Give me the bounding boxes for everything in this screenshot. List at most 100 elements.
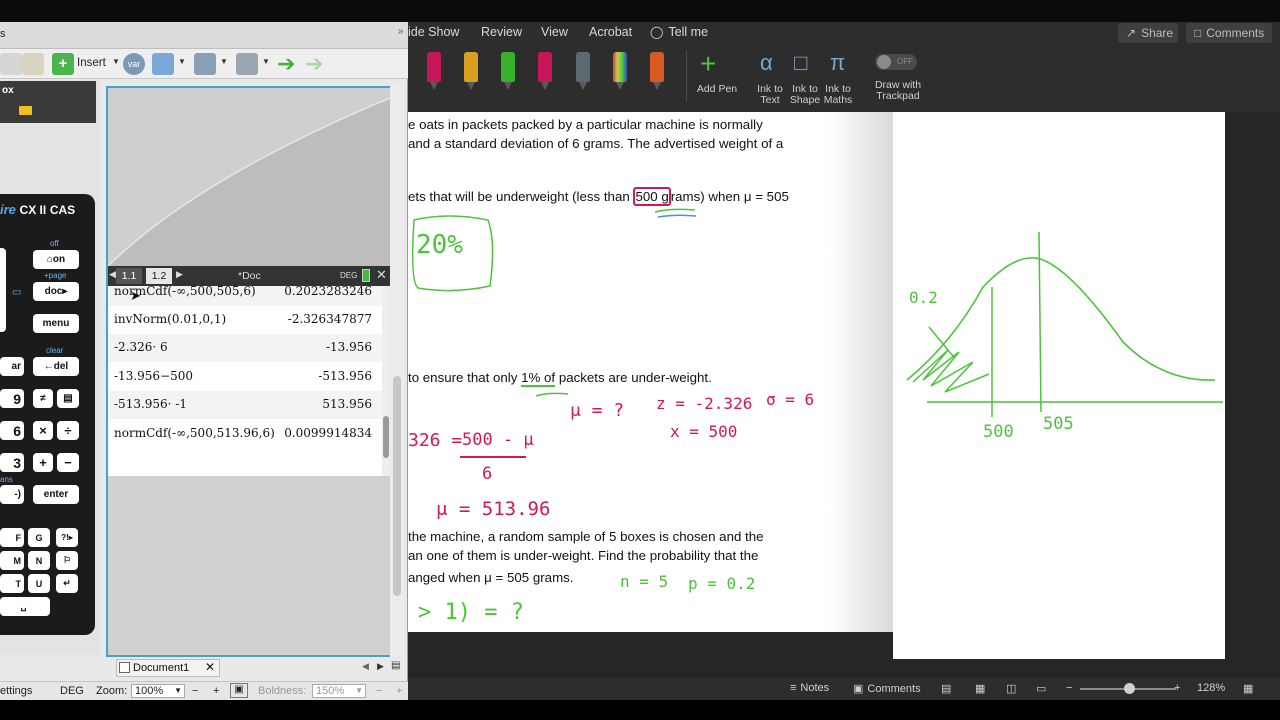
boldness-decrease[interactable]: − (376, 685, 382, 697)
slide-sorter-icon[interactable]: ▦ (975, 682, 985, 695)
chevron-down-icon[interactable]: ▼ (112, 57, 120, 66)
add-key[interactable]: + (33, 453, 53, 472)
catalog-key[interactable]: ▤ (57, 389, 79, 408)
page-tab-1-1[interactable]: 1.1 (116, 268, 142, 284)
normal-view-icon[interactable]: ▤ (941, 682, 951, 695)
share-button[interactable]: ↗ Share (1118, 23, 1178, 43)
prev-page-icon[interactable]: ◀ (109, 269, 116, 280)
del-key[interactable]: ← del (33, 357, 79, 376)
key-U[interactable]: U (28, 574, 50, 593)
tab-tell-me[interactable]: ◯ Tell me (650, 25, 708, 39)
status-comments-button[interactable]: ▣ Comments (853, 682, 921, 696)
fit-icon[interactable]: ▣ (230, 683, 248, 698)
pen-tool-2[interactable] (464, 52, 478, 92)
key-3[interactable]: 3 (0, 453, 24, 472)
history-scroll-thumb[interactable] (383, 416, 389, 458)
template-key[interactable]: ≠ (33, 389, 53, 408)
page-layout-icon[interactable] (152, 53, 174, 75)
key-G[interactable]: G (28, 528, 50, 547)
scratchpad-icon[interactable]: ▭ (12, 287, 21, 298)
negative-key[interactable]: -) (0, 485, 24, 504)
clipboard-icon[interactable] (0, 53, 22, 75)
calc-row[interactable]: invNorm(0.01,0,1) -2.326347877 (108, 306, 382, 334)
ink-to-shape-icon[interactable]: □ (794, 50, 807, 76)
boldness-increase[interactable]: + (396, 685, 402, 697)
key-F[interactable]: F (0, 528, 24, 547)
graph-page[interactable] (108, 88, 390, 266)
calc-row[interactable]: normCdf(-∞,500,513.96,6) 0.0099914834 (108, 420, 382, 448)
insert-menu-label[interactable]: Insert (77, 57, 106, 69)
zoom-slider-knob[interactable] (1124, 683, 1135, 694)
chevron-down-icon[interactable]: ▼ (220, 57, 228, 66)
insert-plus-icon[interactable]: + (52, 53, 74, 75)
comments-button[interactable]: □ Comments (1186, 23, 1272, 43)
notes-button[interactable]: ≡ Notes (790, 682, 829, 694)
forward-arrow-icon[interactable]: ➔ (305, 53, 327, 75)
close-icon[interactable]: ✕ (376, 267, 387, 283)
key-9[interactable]: 9 (0, 389, 24, 408)
zoom-percent[interactable]: 128% (1197, 682, 1225, 694)
pen-tool-4[interactable] (538, 52, 552, 92)
slideshow-view-icon[interactable]: ▭ (1036, 682, 1046, 695)
calc-row[interactable]: normCdf(-∞,500,505,6) 0.2023283246 (108, 286, 382, 306)
history-scrollbar[interactable] (382, 286, 390, 476)
reading-view-icon[interactable]: ◫ (1006, 682, 1016, 695)
calc-row[interactable]: -513.956· -1 513.956 (108, 391, 382, 419)
document-settings-icon[interactable] (236, 53, 258, 75)
screenshot-icon[interactable] (194, 53, 216, 75)
ink-to-text-icon[interactable]: α (760, 50, 773, 76)
key-T[interactable]: T (0, 574, 24, 593)
pen-tool-5[interactable] (576, 52, 590, 92)
add-pen-icon[interactable]: + (700, 48, 716, 80)
key-6[interactable]: 6 (0, 421, 24, 440)
key-M[interactable]: M (0, 551, 24, 570)
tab-list-icon[interactable]: ▤ (391, 660, 400, 671)
fit-to-window-icon[interactable]: ▦ (1243, 682, 1253, 695)
tab-acrobat[interactable]: Acrobat (589, 25, 632, 39)
on-key[interactable]: ⌂ on (33, 250, 79, 269)
sketch-area[interactable]: 0.2 500 505 (893, 112, 1225, 659)
doc-key[interactable]: doc ▸ (33, 282, 79, 301)
zoom-out-icon[interactable]: − (1066, 682, 1072, 694)
pen-tool-6[interactable] (613, 52, 627, 92)
calc-row[interactable]: -2.326· 6 -13.956 (108, 334, 382, 362)
page-tab-1-2[interactable]: 1.2 (146, 268, 172, 284)
pane-scroll-thumb[interactable] (393, 376, 401, 596)
space-key[interactable]: ␣ (0, 597, 50, 616)
menu-key[interactable]: menu (33, 314, 79, 333)
key-return[interactable]: ↵ (56, 574, 78, 593)
draw-with-trackpad-toggle[interactable]: OFF (875, 54, 917, 70)
slide[interactable]: e oats in packets packed by a particular… (408, 112, 893, 632)
tab-next-icon[interactable]: ▶ (377, 661, 384, 672)
folder-icon[interactable] (19, 106, 32, 115)
chevron-down-icon[interactable]: ▼ (178, 57, 186, 66)
subtract-key[interactable]: − (57, 453, 79, 472)
zoom-out-button[interactable]: − (192, 685, 198, 697)
chevron-right-icon[interactable]: » (398, 26, 404, 37)
tab-review[interactable]: Review (481, 25, 522, 39)
zoom-in-icon[interactable]: + (1174, 682, 1180, 694)
next-page-icon[interactable]: ▶ (176, 269, 183, 280)
key-question[interactable]: ?!▸ (56, 528, 78, 547)
multiply-key[interactable]: × (33, 421, 53, 440)
close-tab-icon[interactable]: ✕ (205, 660, 215, 674)
pen-tool-1[interactable] (427, 52, 441, 92)
tab-prev-icon[interactable]: ◀ (362, 661, 369, 672)
key-N[interactable]: N (28, 551, 50, 570)
paste-icon[interactable] (22, 53, 44, 75)
enter-key[interactable]: enter (33, 485, 79, 504)
tab-view[interactable]: View (541, 25, 568, 39)
pen-tool-7[interactable] (650, 52, 664, 92)
zoom-select[interactable]: 100% ▼ (131, 684, 185, 698)
ink-to-maths-icon[interactable]: π (830, 50, 845, 76)
key-flag[interactable]: ⚐ (56, 551, 78, 570)
document-tab[interactable]: Document1 ✕ (116, 659, 220, 677)
calculator-history[interactable]: normCdf(-∞,500,505,6) 0.2023283246 invNor… (108, 286, 382, 476)
tab-slide-show[interactable]: ide Show (408, 25, 459, 39)
pen-tool-3[interactable] (501, 52, 515, 92)
var-key[interactable]: ar (0, 357, 24, 376)
back-arrow-icon[interactable]: ➔ (277, 53, 299, 75)
pane-scrollbar[interactable] (390, 86, 404, 657)
boldness-select[interactable]: 150% ▼ (312, 684, 366, 698)
calc-row[interactable]: -13.956−500 -513.956 (108, 363, 382, 391)
